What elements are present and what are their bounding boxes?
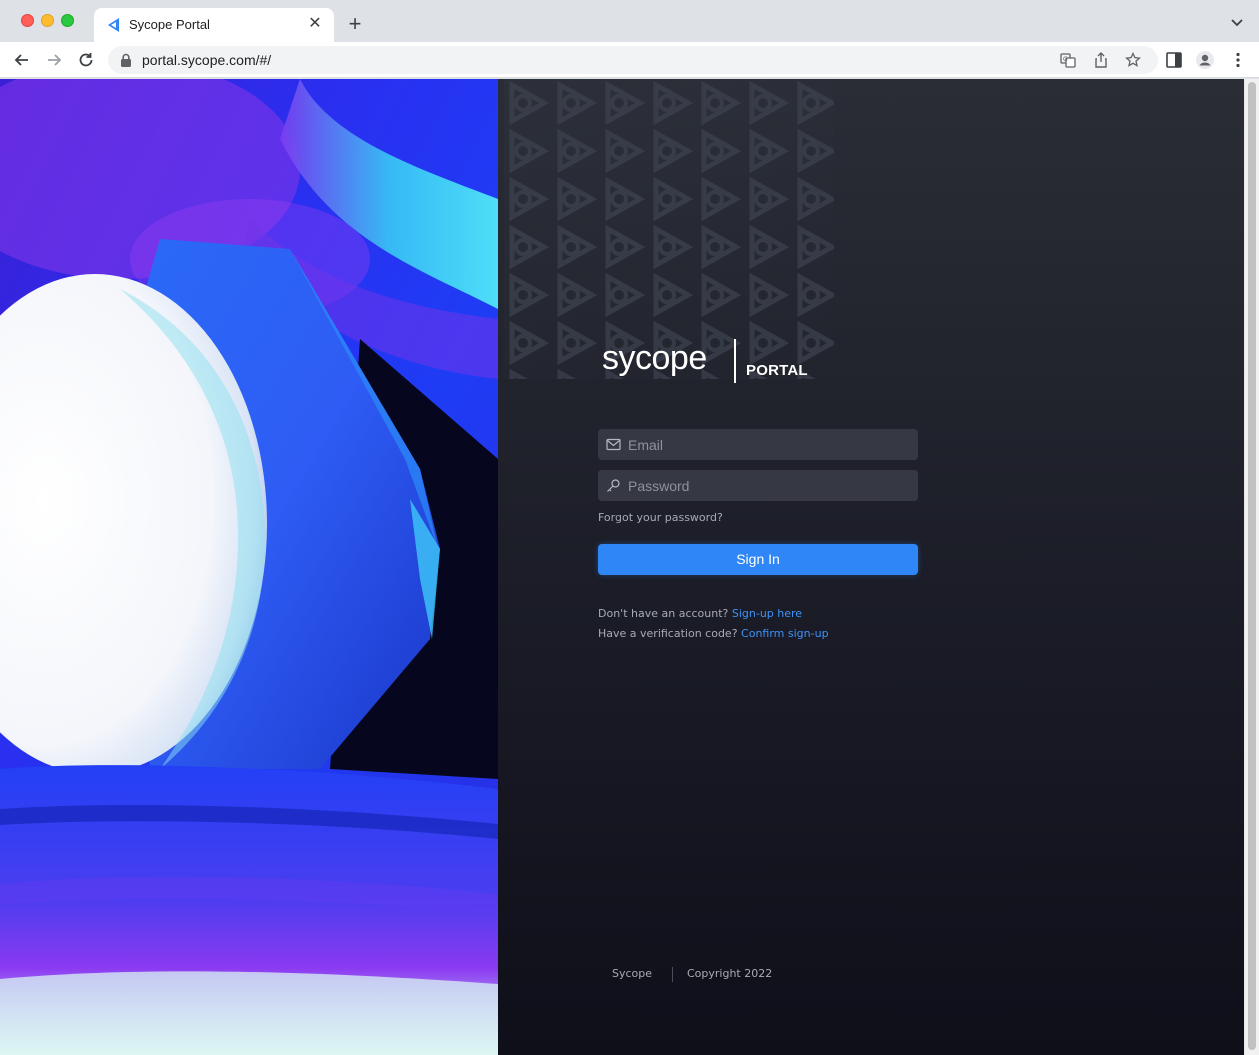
address-bar[interactable]: portal.sycope.com/#/ G <box>108 46 1158 74</box>
lock-icon[interactable] <box>120 53 132 67</box>
logo-divider <box>734 339 736 383</box>
tab-close-icon[interactable]: ✕ <box>306 15 324 33</box>
star-icon[interactable] <box>1125 52 1141 68</box>
close-window-button[interactable] <box>21 14 34 27</box>
page-viewport: sycope PORTAL Forgot your password? Sign… <box>0 79 1259 1055</box>
envelope-icon <box>606 438 621 451</box>
minimize-window-button[interactable] <box>41 14 54 27</box>
sign-in-button[interactable]: Sign In <box>598 544 918 575</box>
email-input[interactable] <box>628 429 912 460</box>
browser-titlebar: Sycope Portal ✕ + <box>0 0 1259 42</box>
new-tab-button[interactable]: + <box>344 13 366 35</box>
browser-toolbar: portal.sycope.com/#/ G <box>0 42 1259 78</box>
password-input[interactable] <box>628 470 912 501</box>
signup-prompt: Don't have an account? Sign-up here <box>598 607 802 620</box>
sycope-favicon-icon <box>108 18 119 32</box>
confirm-signup-link[interactable]: Confirm sign-up <box>741 627 829 640</box>
translate-icon[interactable]: G <box>1060 52 1076 68</box>
email-field[interactable] <box>598 429 918 460</box>
profile-icon[interactable] <box>1195 50 1215 70</box>
verification-text: Have a verification code? <box>598 627 738 640</box>
footer-divider <box>672 967 673 982</box>
url-text[interactable]: portal.sycope.com/#/ <box>142 52 271 68</box>
page-scrollbar[interactable] <box>1244 79 1259 1055</box>
tab-search-chevron-icon[interactable] <box>1229 14 1245 30</box>
svg-text:G: G <box>1063 56 1068 63</box>
verification-prompt: Have a verification code? Confirm sign-u… <box>598 627 829 640</box>
menu-icon[interactable] <box>1228 50 1248 70</box>
tab-title: Sycope Portal <box>129 17 210 32</box>
sycope-portal-logo: sycope PORTAL <box>602 337 812 387</box>
logo-portal-label: PORTAL <box>746 362 808 379</box>
password-field[interactable] <box>598 470 918 501</box>
login-panel: sycope PORTAL Forgot your password? Sign… <box>498 79 1244 1055</box>
background-pattern-icon <box>504 79 834 379</box>
zoom-window-button[interactable] <box>61 14 74 27</box>
hero-artwork <box>0 79 498 1055</box>
hero-abstract-image <box>0 79 498 1055</box>
forgot-password-link[interactable]: Forgot your password? <box>598 511 723 524</box>
share-icon[interactable] <box>1093 52 1109 68</box>
footer-copyright: Copyright 2022 <box>687 967 773 980</box>
key-icon <box>607 479 620 492</box>
forward-icon[interactable] <box>44 50 64 70</box>
logo-wordmark: sycope <box>602 339 707 377</box>
back-icon[interactable] <box>12 50 32 70</box>
no-account-text: Don't have an account? <box>598 607 729 620</box>
reload-icon[interactable] <box>76 50 96 70</box>
signup-link[interactable]: Sign-up here <box>732 607 802 620</box>
footer-brand[interactable]: Sycope <box>612 967 652 980</box>
scrollbar-thumb[interactable] <box>1248 82 1256 1050</box>
browser-tab[interactable]: Sycope Portal ✕ <box>94 8 334 42</box>
side-panel-icon[interactable] <box>1164 50 1184 70</box>
